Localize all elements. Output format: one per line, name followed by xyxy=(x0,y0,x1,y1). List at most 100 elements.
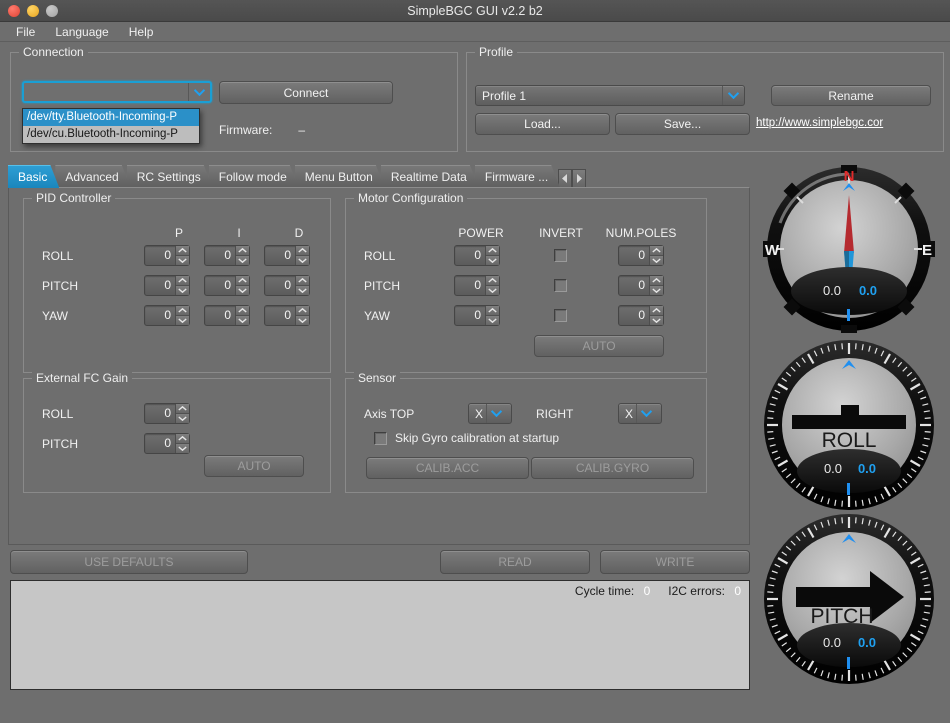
roll-value-blue: 0.0 xyxy=(858,461,876,476)
motor-roll-power-spinner[interactable]: 0 xyxy=(454,245,500,266)
read-button[interactable]: READ xyxy=(440,550,590,574)
spinner-up-icon[interactable] xyxy=(236,246,249,255)
tab-firmware-label: Firmware ... xyxy=(484,170,549,184)
tab-firmware[interactable]: Firmware ... xyxy=(475,165,560,188)
pid-roll-i-spinner[interactable]: 0 xyxy=(204,245,250,266)
skip-gyro-row[interactable]: Skip Gyro calibration at startup xyxy=(374,431,559,445)
spinner-down-icon[interactable] xyxy=(176,443,189,453)
external-fc-pitch-spinner[interactable]: 0 xyxy=(144,433,190,454)
tab-rc-settings[interactable]: RC Settings xyxy=(127,165,213,188)
pid-pitch-i-spinner[interactable]: 0 xyxy=(204,275,250,296)
chevron-down-icon[interactable] xyxy=(636,404,656,423)
save-profile-button[interactable]: Save... xyxy=(615,113,750,135)
chevron-down-icon[interactable] xyxy=(722,86,744,105)
rename-profile-button[interactable]: Rename xyxy=(771,85,931,106)
spinner-up-icon[interactable] xyxy=(650,306,663,315)
zoom-button[interactable] xyxy=(46,4,58,17)
spinner-up-icon[interactable] xyxy=(296,246,309,255)
tab-scroll-controls[interactable] xyxy=(558,169,587,188)
spinner-up-icon[interactable] xyxy=(176,434,189,443)
motor-pitch-poles-spinner[interactable]: 0 xyxy=(618,275,664,296)
serial-port-option-0[interactable]: /dev/tty.Bluetooth-Incoming-P xyxy=(23,109,199,126)
spinner-up-icon[interactable] xyxy=(486,276,499,285)
motor-auto-button[interactable]: AUTO xyxy=(534,335,664,357)
pid-roll-d-spinner[interactable]: 0 xyxy=(264,245,310,266)
serial-port-option-1[interactable]: /dev/cu.Bluetooth-Incoming-P xyxy=(23,126,199,143)
spinner-down-icon[interactable] xyxy=(486,285,499,295)
spinner-up-icon[interactable] xyxy=(296,306,309,315)
spinner-down-icon[interactable] xyxy=(176,413,189,423)
motor-yaw-poles-spinner[interactable]: 0 xyxy=(618,305,664,326)
spinner-up-icon[interactable] xyxy=(176,276,189,285)
tab-scroll-right-button[interactable] xyxy=(572,169,587,188)
spinner-down-icon[interactable] xyxy=(176,255,189,265)
profile-combo[interactable]: Profile 1 xyxy=(475,85,745,106)
motor-pitch-power-spinner[interactable]: 0 xyxy=(454,275,500,296)
calib-acc-button[interactable]: CALIB.ACC xyxy=(366,457,529,479)
simplebgc-website-link[interactable]: http://www.simplebgc.cor xyxy=(756,117,941,129)
spinner-up-icon[interactable] xyxy=(236,276,249,285)
motor-pitch-invert-checkbox[interactable] xyxy=(554,279,567,292)
connect-button-main[interactable]: Connect xyxy=(219,81,393,104)
pid-yaw-d-spinner[interactable]: 0 xyxy=(264,305,310,326)
menu-file[interactable]: File xyxy=(8,23,43,41)
spinner-up-icon[interactable] xyxy=(296,276,309,285)
motor-yaw-invert-checkbox[interactable] xyxy=(554,309,567,322)
window-controls[interactable] xyxy=(0,4,58,17)
spinner-down-icon[interactable] xyxy=(650,315,663,325)
pid-yaw-i-spinner[interactable]: 0 xyxy=(204,305,250,326)
use-defaults-button[interactable]: USE DEFAULTS xyxy=(10,550,248,574)
serial-port-dropdown[interactable]: /dev/tty.Bluetooth-Incoming-P /dev/cu.Bl… xyxy=(22,108,200,144)
spinner-down-icon[interactable] xyxy=(650,255,663,265)
load-profile-button[interactable]: Load... xyxy=(475,113,610,135)
spinner-up-icon[interactable] xyxy=(176,246,189,255)
spinner-up-icon[interactable] xyxy=(650,276,663,285)
chevron-down-icon[interactable] xyxy=(188,83,210,101)
calib-gyro-button[interactable]: CALIB.GYRO xyxy=(531,457,694,479)
menu-language[interactable]: Language xyxy=(47,23,116,41)
pid-pitch-p-spinner[interactable]: 0 xyxy=(144,275,190,296)
spinner-down-icon[interactable] xyxy=(296,255,309,265)
spinner-down-icon[interactable] xyxy=(296,285,309,295)
spinner-up-icon[interactable] xyxy=(176,306,189,315)
spinner-up-icon[interactable] xyxy=(486,306,499,315)
spinner-down-icon[interactable] xyxy=(650,285,663,295)
spinner-down-icon[interactable] xyxy=(236,285,249,295)
tab-advanced[interactable]: Advanced xyxy=(55,165,130,188)
chevron-down-icon[interactable] xyxy=(486,404,506,423)
spinner-down-icon[interactable] xyxy=(176,285,189,295)
pid-pitch-d-spinner[interactable]: 0 xyxy=(264,275,310,296)
spinner-up-icon[interactable] xyxy=(486,246,499,255)
external-fc-auto-button[interactable]: AUTO xyxy=(204,455,304,477)
tab-follow-mode[interactable]: Follow mode xyxy=(209,165,299,188)
spinner-down-icon[interactable] xyxy=(296,315,309,325)
menu-help[interactable]: Help xyxy=(121,23,162,41)
spinner-down-icon[interactable] xyxy=(176,315,189,325)
skip-gyro-checkbox[interactable] xyxy=(374,431,387,445)
motor-yaw-power-spinner[interactable]: 0 xyxy=(454,305,500,326)
motor-roll-invert-checkbox[interactable] xyxy=(554,249,567,262)
write-button[interactable]: WRITE xyxy=(600,550,750,574)
log-output-area[interactable]: Cycle time: 0 I2C errors: 0 xyxy=(10,580,750,690)
tab-basic[interactable]: Basic xyxy=(8,165,59,188)
spinner-up-icon[interactable] xyxy=(176,404,189,413)
close-button[interactable] xyxy=(8,4,20,17)
spinner-down-icon[interactable] xyxy=(236,315,249,325)
spinner-down-icon[interactable] xyxy=(486,255,499,265)
spinner-up-icon[interactable] xyxy=(236,306,249,315)
spinner-up-icon[interactable] xyxy=(650,246,663,255)
axis-right-combo[interactable]: X xyxy=(618,403,662,424)
serial-port-combo[interactable] xyxy=(22,81,212,103)
spinner-down-icon[interactable] xyxy=(486,315,499,325)
motor-roll-poles-spinner[interactable]: 0 xyxy=(618,245,664,266)
minimize-button[interactable] xyxy=(27,4,39,17)
spinner-down-icon[interactable] xyxy=(236,255,249,265)
axis-top-combo[interactable]: X xyxy=(468,403,512,424)
pid-controller-panel: PID Controller P I D ROLL 0 0 0 PITCH 0 … xyxy=(23,191,331,373)
tab-scroll-left-button[interactable] xyxy=(558,169,573,188)
tab-realtime-data[interactable]: Realtime Data xyxy=(381,165,479,188)
tab-menu-button[interactable]: Menu Button xyxy=(295,165,385,188)
external-fc-roll-spinner[interactable]: 0 xyxy=(144,403,190,424)
pid-roll-p-spinner[interactable]: 0 xyxy=(144,245,190,266)
pid-yaw-p-spinner[interactable]: 0 xyxy=(144,305,190,326)
